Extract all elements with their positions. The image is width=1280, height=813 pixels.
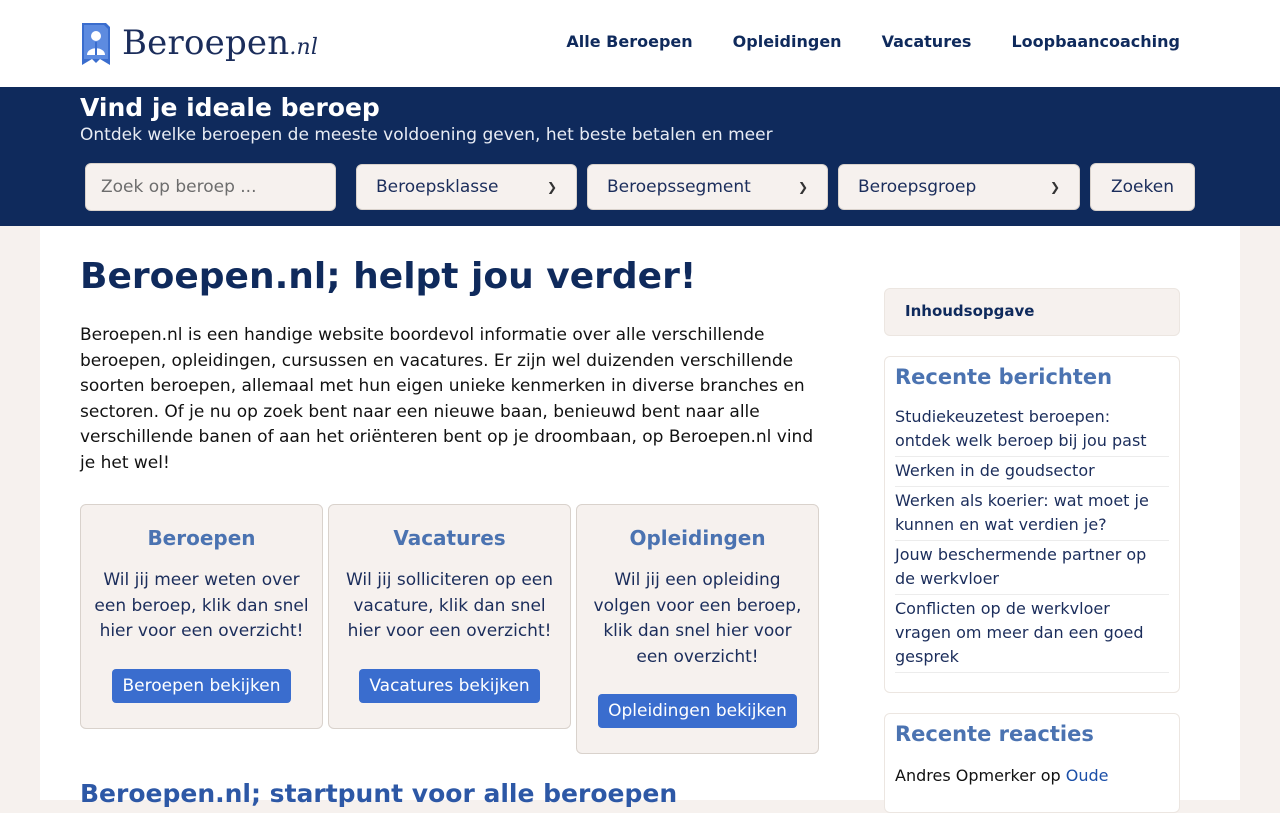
select-label: Beroepsklasse (376, 177, 499, 197)
select-label: Beroepsgroep (858, 177, 977, 197)
widget-title: Recente reacties (895, 722, 1094, 746)
intro-text: Beroepen.nl is een handige website boord… (80, 325, 814, 473)
card-beroepen: Beroepen Wil jij meer weten over een ber… (80, 504, 323, 729)
hero-title: Vind je ideale beroep (80, 93, 380, 122)
recent-posts-list: Studiekeuzetest beroepen: ontdek welk be… (895, 403, 1169, 673)
select-label: Beroepssegment (607, 177, 751, 197)
page-title: Beroepen.nl; helpt jou verder! (80, 256, 697, 297)
recent-comments-widget: Recente reacties Andres Opmerker op Oude (884, 713, 1180, 813)
section-title: Beroepen.nl; startpunt voor alle beroepe… (80, 779, 678, 808)
hero-subtitle: Ontdek welke beroepen de meeste voldoeni… (80, 125, 773, 145)
comment-author: Andres Opmerker (895, 766, 1036, 785)
book-person-logo-icon (82, 23, 110, 65)
site-logo[interactable]: Beroepen.nl (80, 19, 318, 67)
logo-wordmark: Beroepen.nl (122, 23, 319, 63)
table-of-contents-toggle[interactable]: Inhoudsopgave (884, 288, 1180, 336)
card-text: Wil jij een opleiding volgen voor een be… (593, 570, 802, 667)
beroepsklasse-select[interactable]: Beroepsklasse ❯ (356, 164, 577, 210)
card-title: Vacatures (393, 526, 506, 550)
card-text: Wil jij solliciteren op een vacature, kl… (345, 570, 554, 642)
opleidingen-bekijken-button[interactable]: Opleidingen bekijken (598, 694, 797, 729)
recent-post-link[interactable]: Jouw beschermende partner op de werkvloe… (895, 541, 1169, 595)
chevron-down-icon: ❯ (546, 180, 557, 194)
recent-post-link[interactable]: Werken als koerier: wat moet je kunnen e… (895, 487, 1169, 541)
beroepsgroep-select[interactable]: Beroepsgroep ❯ (838, 164, 1080, 210)
widget-title: Recente berichten (895, 365, 1113, 389)
nav-loopbaancoaching[interactable]: Loopbaancoaching (1011, 32, 1180, 51)
nav-alle-beroepen[interactable]: Alle Beroepen (566, 32, 692, 51)
search-input[interactable]: Zoek op beroep ... (85, 163, 336, 211)
nav-opleidingen[interactable]: Opleidingen (733, 32, 842, 51)
comment-connector: op (1040, 766, 1061, 785)
recent-post-link[interactable]: Studiekeuzetest beroepen: ontdek welk be… (895, 403, 1169, 457)
recent-post-link[interactable]: Conflicten op de werkvloer vragen om mee… (895, 595, 1169, 673)
main-nav: Alle Beroepen Opleidingen Vacatures Loop… (566, 32, 1180, 51)
vacatures-bekijken-button[interactable]: Vacatures bekijken (359, 668, 540, 703)
card-text: Wil jij meer weten over een beroep, klik… (94, 570, 309, 642)
beroepen-bekijken-button[interactable]: Beroepen bekijken (112, 668, 291, 703)
hero-banner: Vind je ideale beroep Ontdek welke beroe… (0, 87, 1280, 226)
nav-vacatures[interactable]: Vacatures (882, 32, 972, 51)
card-vacatures: Vacatures Wil jij solliciteren op een va… (328, 504, 571, 729)
card-title: Beroepen (147, 526, 256, 550)
chevron-down-icon: ❯ (797, 180, 808, 194)
recent-post-link[interactable]: Werken in de goudsector (895, 457, 1169, 487)
beroepssegment-select[interactable]: Beroepssegment ❯ (587, 164, 828, 210)
card-title: Opleidingen (629, 526, 766, 550)
search-button[interactable]: Zoeken (1090, 163, 1195, 211)
chevron-down-icon: ❯ (1049, 180, 1060, 194)
card-opleidingen: Opleidingen Wil jij een opleiding volgen… (576, 504, 819, 754)
content-area: Beroepen.nl; helpt jou verder! Beroepen.… (40, 226, 1240, 813)
comment-post-link[interactable]: Oude (1066, 766, 1109, 785)
site-header: Beroepen.nl Alle Beroepen Opleidingen Va… (0, 0, 1280, 87)
recent-posts-widget: Recente berichten Studiekeuzetest beroep… (884, 356, 1180, 693)
search-bar: Zoek op beroep ... Beroepsklasse ❯ Beroe… (85, 163, 1195, 211)
recent-comment: Andres Opmerker op Oude (895, 766, 1169, 785)
